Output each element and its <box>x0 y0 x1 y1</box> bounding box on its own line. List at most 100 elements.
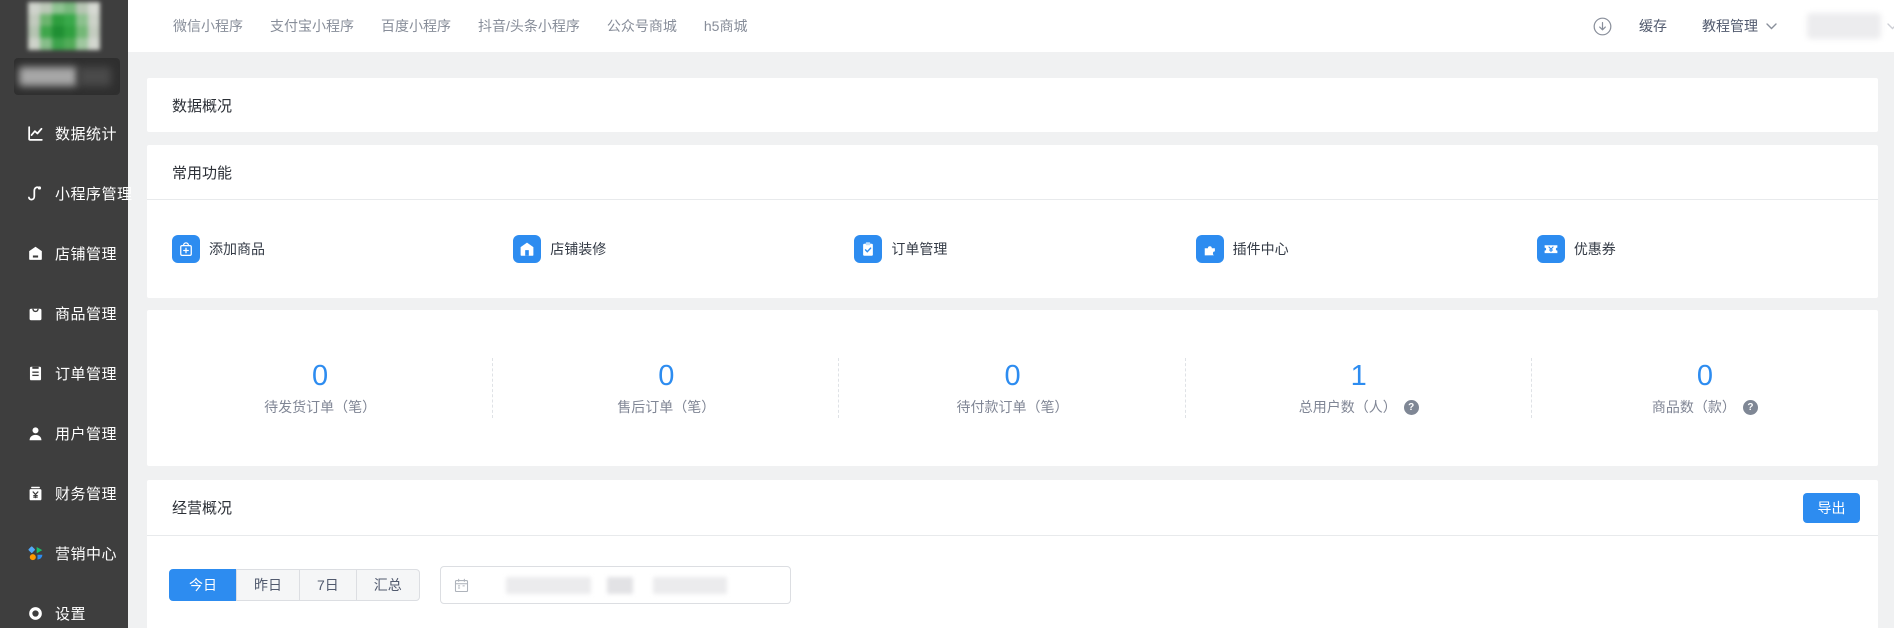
stat-total-users: 1 总用户数（人） ? <box>1186 310 1532 466</box>
chevron-down-icon <box>1766 23 1777 30</box>
tab-alipay-mini[interactable]: 支付宝小程序 <box>270 16 354 36</box>
download-icon[interactable] <box>1592 16 1613 37</box>
chevron-down-icon <box>1887 23 1894 30</box>
sidebar-item-label: 财务管理 <box>55 483 117 504</box>
miniprogram-icon <box>26 184 45 203</box>
business-overview-card: 经营概况 导出 今日 昨日 7日 汇总 <box>147 480 1878 628</box>
sidebar: 数据统计 小程序管理 店铺管理 商品管理 <box>0 0 128 628</box>
sidebar-item-data-stats[interactable]: 数据统计 <box>0 103 128 163</box>
business-overview-header: 经营概况 导出 <box>147 480 1878 536</box>
stat-label: 商品数（款） ? <box>1532 397 1878 417</box>
tab-today[interactable]: 今日 <box>169 569 237 601</box>
date-range-tabs: 今日 昨日 7日 汇总 <box>169 569 420 601</box>
finance-yen-icon <box>26 484 45 503</box>
goods-bag-icon <box>26 304 45 323</box>
stats-card: 0 待发货订单（笔） 0 售后订单（笔） 0 待付款订单（笔） 1 总用户数（人… <box>147 310 1878 466</box>
quick-action-order-manage[interactable]: 订单管理 <box>854 235 1195 263</box>
quick-actions-card: 常用功能 添加商品 店铺装修 <box>147 145 1878 298</box>
quick-action-plugin-center[interactable]: 插件中心 <box>1196 235 1537 263</box>
calendar-icon <box>453 577 470 594</box>
stat-product-count: 0 商品数（款） ? <box>1532 310 1878 466</box>
stat-label: 待付款订单（笔） <box>839 397 1185 417</box>
clipboard-check-icon <box>854 235 882 263</box>
sidebar-item-label: 数据统计 <box>55 123 117 144</box>
top-nav-right: 缓存 教程管理 <box>1592 13 1894 39</box>
help-icon[interactable]: ? <box>1743 400 1758 415</box>
data-overview-title: 数据概况 <box>172 95 232 116</box>
sidebar-menu: 数据统计 小程序管理 店铺管理 商品管理 <box>0 103 128 628</box>
tutorial-label: 教程管理 <box>1702 16 1758 36</box>
stat-value: 0 <box>147 360 493 392</box>
stat-pending-shipment: 0 待发货订单（笔） <box>147 310 493 466</box>
tab-yesterday[interactable]: 昨日 <box>236 569 300 601</box>
stat-label: 待发货订单（笔） <box>147 397 493 417</box>
quick-action-label: 订单管理 <box>891 239 947 259</box>
tab-h5-mall[interactable]: h5商城 <box>704 16 748 36</box>
quick-action-label: 添加商品 <box>209 239 265 259</box>
quick-action-label: 店铺装修 <box>550 239 606 259</box>
sidebar-item-label: 设置 <box>55 603 86 624</box>
shop-icon <box>26 244 45 263</box>
tab-baidu-mini[interactable]: 百度小程序 <box>381 16 451 36</box>
tab-summary[interactable]: 汇总 <box>356 569 420 601</box>
main-area: 微信小程序 支付宝小程序 百度小程序 抖音/头条小程序 公众号商城 h5商城 缓… <box>128 0 1894 628</box>
user-icon <box>26 424 45 443</box>
quick-action-coupon[interactable]: 优惠券 <box>1537 235 1878 263</box>
marketing-icon <box>26 544 45 563</box>
business-overview-title: 经营概况 <box>172 497 232 518</box>
user-menu[interactable] <box>1807 13 1894 39</box>
sidebar-item-label: 订单管理 <box>55 363 117 384</box>
sidebar-item-goods[interactable]: 商品管理 <box>0 283 128 343</box>
stat-pending-payment: 0 待付款订单（笔） <box>839 310 1185 466</box>
top-nav: 微信小程序 支付宝小程序 百度小程序 抖音/头条小程序 公众号商城 h5商城 缓… <box>128 0 1894 52</box>
logo-name-blurred <box>19 67 77 86</box>
stat-after-sale: 0 售后订单（笔） <box>493 310 839 466</box>
sidebar-item-settings[interactable]: 设置 <box>0 583 128 628</box>
sidebar-item-users[interactable]: 用户管理 <box>0 403 128 463</box>
stat-value: 0 <box>493 360 839 392</box>
order-list-icon <box>26 364 45 383</box>
tutorial-menu[interactable]: 教程管理 <box>1702 16 1777 36</box>
cache-link[interactable]: 缓存 <box>1639 16 1667 36</box>
chart-line-icon <box>26 124 45 143</box>
sidebar-item-marketing[interactable]: 营销中心 <box>0 523 128 583</box>
tab-official-mall[interactable]: 公众号商城 <box>607 16 677 36</box>
stat-value: 1 <box>1186 360 1532 392</box>
help-icon[interactable]: ? <box>1404 400 1419 415</box>
app-root: 数据统计 小程序管理 店铺管理 商品管理 <box>0 0 1894 628</box>
coupon-ticket-icon <box>1537 235 1565 263</box>
page-content: 数据概况 常用功能 添加商品 <box>128 52 1894 628</box>
sidebar-item-label: 小程序管理 <box>55 183 133 204</box>
bag-plus-icon <box>172 235 200 263</box>
sidebar-item-miniprogram[interactable]: 小程序管理 <box>0 163 128 223</box>
settings-icon <box>26 604 45 623</box>
stat-label-text: 待付款订单（笔） <box>957 397 1069 417</box>
date-separator-blurred <box>607 577 633 594</box>
business-overview-filters: 今日 昨日 7日 汇总 <box>147 536 1878 604</box>
quick-actions-header: 常用功能 <box>147 145 1878 200</box>
quick-action-add-product[interactable]: 添加商品 <box>172 235 513 263</box>
export-button[interactable]: 导出 <box>1803 493 1860 523</box>
stat-label: 总用户数（人） ? <box>1186 397 1532 417</box>
date-range-input[interactable] <box>440 566 791 604</box>
tab-douyin-mini[interactable]: 抖音/头条小程序 <box>478 16 580 36</box>
logo-name-blurred-2 <box>79 67 111 86</box>
quick-action-shop-decorate[interactable]: 店铺装修 <box>513 235 854 263</box>
sidebar-item-label: 用户管理 <box>55 423 117 444</box>
stat-label: 售后订单（笔） <box>493 397 839 417</box>
sidebar-item-shop[interactable]: 店铺管理 <box>0 223 128 283</box>
puzzle-icon <box>1196 235 1224 263</box>
quick-actions-title: 常用功能 <box>172 162 232 183</box>
quick-actions-row: 添加商品 店铺装修 订单管理 <box>147 200 1878 298</box>
sidebar-item-orders[interactable]: 订单管理 <box>0 343 128 403</box>
quick-action-label: 插件中心 <box>1233 239 1289 259</box>
stat-label-text: 商品数（款） <box>1652 397 1736 417</box>
sidebar-item-label: 商品管理 <box>55 303 117 324</box>
tab-wechat-mini[interactable]: 微信小程序 <box>173 16 243 36</box>
tab-7days[interactable]: 7日 <box>299 569 357 601</box>
sidebar-item-finance[interactable]: 财务管理 <box>0 463 128 523</box>
stat-label-text: 待发货订单（笔） <box>264 397 376 417</box>
data-overview-card: 数据概况 <box>147 78 1878 132</box>
username-blurred <box>1807 13 1881 39</box>
date-end-blurred <box>653 577 727 594</box>
